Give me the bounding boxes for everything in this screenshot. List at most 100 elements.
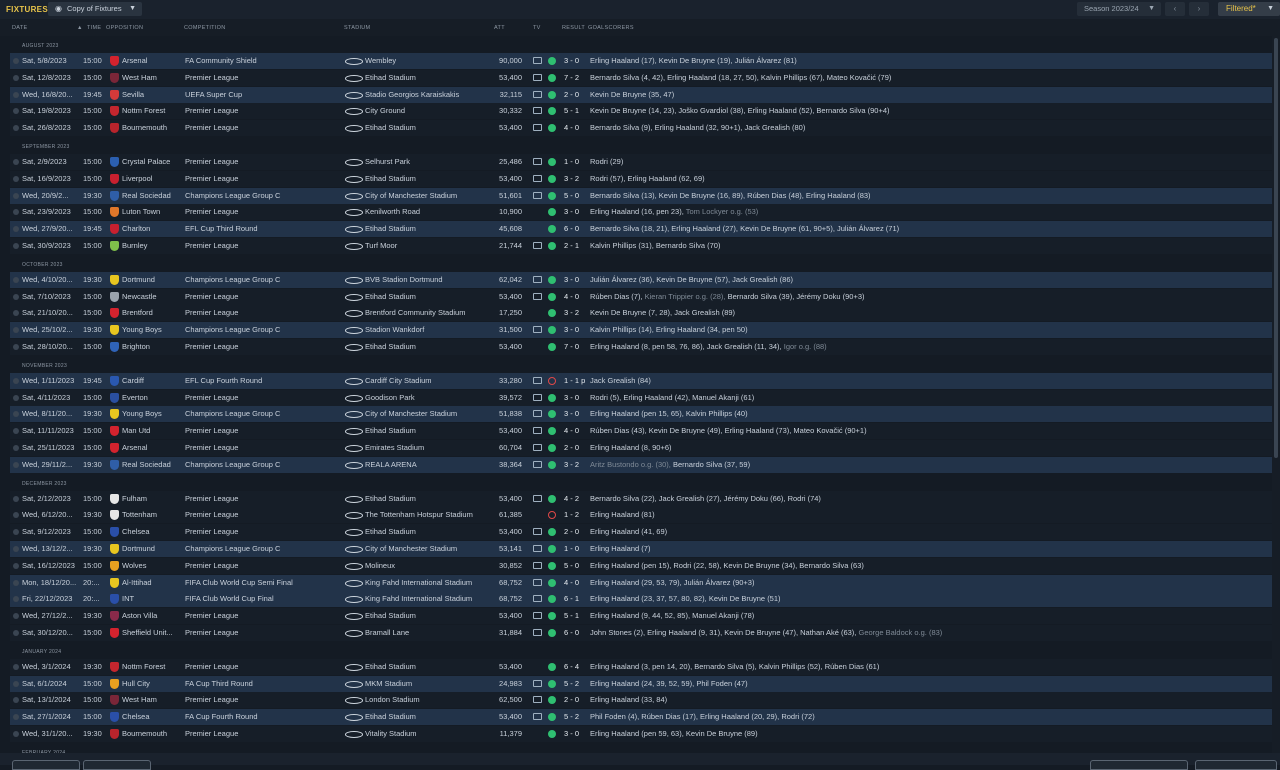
result-score[interactable]: 3 - 0 <box>564 726 579 742</box>
competition-name[interactable]: UEFA Super Cup <box>185 87 242 103</box>
result-score[interactable]: 6 - 1 <box>564 591 579 607</box>
opposition-name[interactable]: Man Utd <box>122 423 150 439</box>
stadium-name[interactable]: Goodison Park <box>365 390 415 406</box>
opposition-name[interactable]: Newcastle <box>122 289 157 305</box>
table-row[interactable]: Sat, 28/10/20... 15:00 Brighton Premier Lea… <box>10 339 1272 355</box>
column-header-time[interactable]: TIME <box>87 25 101 31</box>
table-row[interactable]: Sat, 12/8/2023 15:00 West Ham Premier Leagu… <box>10 69 1272 86</box>
competition-name[interactable]: FA Community Shield <box>185 53 257 69</box>
result-score[interactable]: 5 - 0 <box>564 558 579 574</box>
result-score[interactable]: 2 - 1 <box>564 238 579 254</box>
result-score[interactable]: 5 - 2 <box>564 676 579 692</box>
table-row[interactable]: Fri, 22/12/2023 20:... INT FIFA Club World … <box>10 591 1272 608</box>
result-score[interactable]: 7 - 2 <box>564 70 579 86</box>
table-row[interactable]: Sat, 2/9/2023 15:00 Crystal Palace Premier … <box>10 154 1272 170</box>
opposition-name[interactable]: Dortmund <box>122 541 155 557</box>
table-row[interactable]: Wed, 4/10/20... 19:30 Dortmund Champions Le… <box>10 271 1272 288</box>
competition-name[interactable]: Premier League <box>185 625 238 641</box>
table-row[interactable]: Wed, 27/12/2... 19:30 Aston Villa Premier L… <box>10 608 1272 625</box>
opposition-name[interactable]: Arsenal <box>122 53 147 69</box>
competition-name[interactable]: Premier League <box>185 171 238 187</box>
view-selector[interactable]: ◉ Copy of Fixtures ▼ <box>48 2 142 16</box>
result-score[interactable]: 6 - 0 <box>564 625 579 641</box>
result-score[interactable]: 1 - 0 <box>564 154 579 170</box>
opposition-name[interactable]: Fulham <box>122 491 147 507</box>
stadium-name[interactable]: City of Manchester Stadium <box>365 406 457 422</box>
opposition-name[interactable]: Chelsea <box>122 524 150 540</box>
competition-name[interactable]: FA Cup Third Round <box>185 676 253 692</box>
table-row[interactable]: Wed, 20/9/2... 19:30 Real Sociedad Champion… <box>10 187 1272 204</box>
stadium-name[interactable]: Cardiff City Stadium <box>365 373 432 389</box>
bottom-button-2[interactable] <box>83 760 151 770</box>
table-row[interactable]: Sat, 27/1/2024 15:00 Chelsea FA Cup Fourth … <box>10 709 1272 726</box>
table-row[interactable]: Sat, 7/10/2023 15:00 Newcastle Premier Leag… <box>10 288 1272 305</box>
competition-name[interactable]: Premier League <box>185 154 238 170</box>
stadium-name[interactable]: King Fahd International Stadium <box>365 591 472 607</box>
opposition-name[interactable]: Dortmund <box>122 272 155 288</box>
result-score[interactable]: 3 - 0 <box>564 272 579 288</box>
result-score[interactable]: 2 - 0 <box>564 692 579 708</box>
stadium-name[interactable]: City Ground <box>365 103 405 119</box>
stadium-name[interactable]: Vitality Stadium <box>365 726 417 742</box>
result-score[interactable]: 3 - 0 <box>564 390 579 406</box>
stadium-name[interactable]: Etihad Stadium <box>365 339 416 355</box>
stadium-name[interactable]: King Fahd International Stadium <box>365 575 472 591</box>
column-header-tv[interactable]: TV <box>533 25 541 31</box>
result-score[interactable]: 3 - 0 <box>564 322 579 338</box>
competition-name[interactable]: Premier League <box>185 120 238 136</box>
result-score[interactable]: 7 - 0 <box>564 339 579 355</box>
result-score[interactable]: 4 - 2 <box>564 491 579 507</box>
bottom-button-3[interactable] <box>1090 760 1188 770</box>
stadium-name[interactable]: Turf Moor <box>365 238 397 254</box>
opposition-name[interactable]: Everton <box>122 390 148 406</box>
result-score[interactable]: 1 - 2 <box>564 507 579 523</box>
stadium-name[interactable]: The Tottenham Hotspur Stadium <box>365 507 473 523</box>
table-row[interactable]: Sat, 6/1/2024 15:00 Hull City FA Cup Third … <box>10 675 1272 692</box>
result-score[interactable]: 2 - 0 <box>564 524 579 540</box>
opposition-name[interactable]: Liverpool <box>122 171 152 187</box>
opposition-name[interactable]: West Ham <box>122 692 157 708</box>
opposition-name[interactable]: Brentford <box>122 305 153 321</box>
opposition-name[interactable]: Nottm Forest <box>122 103 165 119</box>
table-row[interactable]: Sat, 19/8/2023 15:00 Nottm Forest Premier L… <box>10 103 1272 120</box>
competition-name[interactable]: Champions League Group C <box>185 541 280 557</box>
result-score[interactable]: 3 - 2 <box>564 457 579 473</box>
next-season-button[interactable]: › <box>1189 2 1209 16</box>
opposition-name[interactable]: West Ham <box>122 70 157 86</box>
result-score[interactable]: 2 - 0 <box>564 440 579 456</box>
opposition-name[interactable]: Bournemouth <box>122 120 167 136</box>
competition-name[interactable]: Premier League <box>185 339 238 355</box>
result-score[interactable]: 1 - 1 p <box>564 373 585 389</box>
table-row[interactable]: Sat, 25/11/2023 15:00 Arsenal Premier Leagu… <box>10 440 1272 456</box>
opposition-name[interactable]: Chelsea <box>122 709 150 725</box>
stadium-name[interactable]: Etihad Stadium <box>365 491 416 507</box>
result-score[interactable]: 3 - 0 <box>564 204 579 220</box>
column-header-date[interactable]: DATE <box>12 25 27 31</box>
stadium-name[interactable]: Etihad Stadium <box>365 608 416 624</box>
table-row[interactable]: Sat, 30/9/2023 15:00 Burnley Premier League… <box>10 238 1272 254</box>
competition-name[interactable]: Premier League <box>185 524 238 540</box>
table-row[interactable]: Sat, 16/12/2023 15:00 Wolves Premier League… <box>10 557 1272 574</box>
opposition-name[interactable]: Nottm Forest <box>122 659 165 675</box>
bottom-button-4[interactable] <box>1195 760 1277 770</box>
bottom-button-1[interactable] <box>12 760 80 770</box>
table-row[interactable]: Sat, 21/10/20... 15:00 Brentford Premier Le… <box>10 305 1272 322</box>
competition-name[interactable]: Champions League Group C <box>185 188 280 204</box>
competition-name[interactable]: Premier League <box>185 608 238 624</box>
opposition-name[interactable]: Young Boys <box>122 406 162 422</box>
table-row[interactable]: Sat, 23/9/2023 15:00 Luton Town Premier Lea… <box>10 204 1272 221</box>
competition-name[interactable]: Premier League <box>185 70 238 86</box>
table-row[interactable]: Sat, 13/1/2024 15:00 West Ham Premier Leagu… <box>10 692 1272 709</box>
result-score[interactable]: 1 - 0 <box>564 541 579 557</box>
column-header-result[interactable]: RESULT <box>562 25 585 31</box>
stadium-name[interactable]: Etihad Stadium <box>365 659 416 675</box>
scrollbar-thumb[interactable] <box>1274 38 1278 458</box>
opposition-name[interactable]: Young Boys <box>122 322 162 338</box>
opposition-name[interactable]: Crystal Palace <box>122 154 170 170</box>
competition-name[interactable]: Premier League <box>185 305 238 321</box>
competition-name[interactable]: Premier League <box>185 692 238 708</box>
column-header-attendance[interactable]: ATT <box>494 25 505 31</box>
opposition-name[interactable]: Aston Villa <box>122 608 157 624</box>
table-row[interactable]: Sat, 4/11/2023 15:00 Everton Premier League… <box>10 389 1272 406</box>
table-row[interactable]: Sat, 9/12/2023 15:00 Chelsea Premier League… <box>10 524 1272 541</box>
